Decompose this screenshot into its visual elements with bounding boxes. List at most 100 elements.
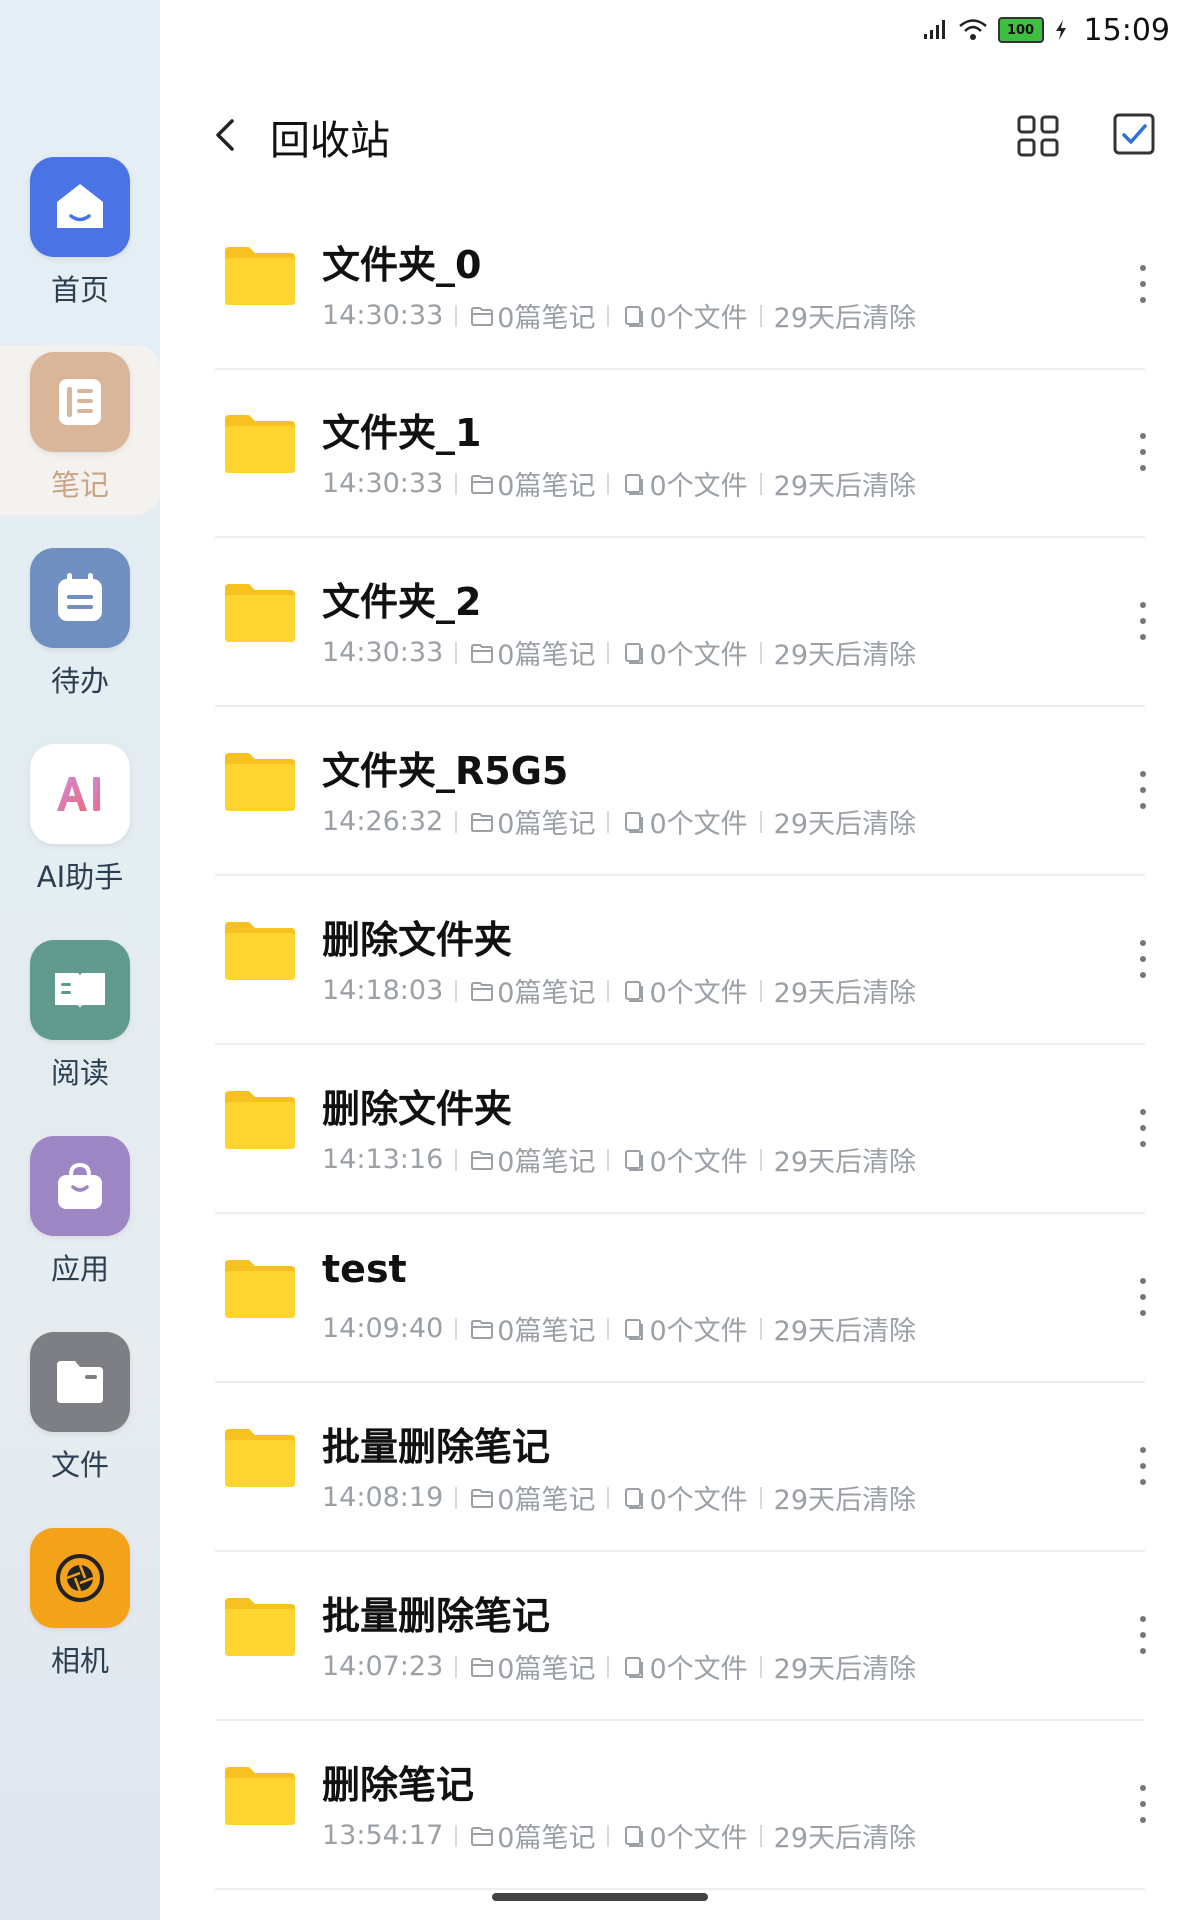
home-indicator[interactable] [492,1893,708,1901]
file-outline-icon [625,1656,644,1678]
folder-name: 批量删除笔记 [322,1594,551,1638]
deleted-time: 14:18:03 [322,975,444,1006]
sidebar-item-files[interactable]: 文件 [0,1332,160,1507]
files-count: 0个文件 [649,1485,748,1516]
auto-clear-label: 29天后清除 [773,303,916,334]
more-options-icon[interactable] [1135,935,1151,983]
folder-row[interactable]: 批量删除笔记 14:08:19 0篇笔记 0个文件 29天后清除 [215,1382,1146,1552]
folder-name: 文件夹_2 [322,580,482,624]
more-options-icon[interactable] [1135,766,1151,814]
sidebar-item-ai-assistant[interactable]: AI助手 [0,744,160,919]
sidebar-item-todo[interactable]: 待办 [0,548,160,723]
more-options-icon[interactable] [1135,260,1151,308]
notes-count: 0篇笔记 [497,1823,596,1854]
divider [759,1655,762,1678]
deleted-time: 14:09:40 [322,1313,444,1344]
folder-name: test [322,1247,407,1291]
folder-name: 批量删除笔记 [322,1425,551,1469]
folder-icon [225,753,295,811]
divider [607,641,610,664]
file-outline-icon [625,811,644,833]
page-title: 回收站 [270,118,390,164]
file-outline-icon [625,980,644,1002]
folder-row[interactable]: 删除文件夹 14:18:03 0篇笔记 0个文件 29天后清除 [215,875,1146,1045]
deleted-time: 13:54:17 [322,1820,444,1851]
folder-meta: 14:09:40 0篇笔记 0个文件 29天后清除 [322,1309,916,1348]
auto-clear-label: 29天后清除 [773,640,916,671]
divider [455,1486,458,1509]
divider [759,810,762,833]
divider [759,641,762,664]
files-count: 0个文件 [649,1823,748,1854]
divider [759,1148,762,1171]
folder-outline-icon [471,1319,494,1339]
divider [759,1317,762,1340]
signal-icon [923,20,945,39]
auto-clear-label: 29天后清除 [773,471,916,502]
more-options-icon[interactable] [1135,1780,1151,1828]
folder-row[interactable]: 删除笔记 13:54:17 0篇笔记 0个文件 29天后清除 [215,1720,1146,1890]
folder-name: 删除文件夹 [322,1087,513,1131]
folder-row[interactable]: 文件夹_1 14:30:33 0篇笔记 0个文件 29天后清除 [215,368,1146,538]
folder-row[interactable]: 删除文件夹 14:13:16 0篇笔记 0个文件 29天后清除 [215,1044,1146,1214]
notes-count: 0篇笔记 [497,809,596,840]
folder-name: 删除文件夹 [322,918,513,962]
divider [607,1317,610,1340]
divider [455,1317,458,1340]
folder-meta: 14:30:33 0篇笔记 0个文件 29天后清除 [322,296,916,335]
deleted-time: 14:08:19 [322,1482,444,1513]
folder-row[interactable]: 文件夹_2 14:30:33 0篇笔记 0个文件 29天后清除 [215,537,1146,707]
back-button[interactable] [205,110,245,160]
grid-view-button[interactable] [1016,114,1060,158]
more-options-icon[interactable] [1135,1611,1151,1659]
checkbox-icon [1113,113,1155,155]
files-count: 0个文件 [649,471,748,502]
sidebar-item-label: 待办 [50,664,109,698]
sidebar-item-camera[interactable]: 相机 [0,1528,160,1703]
more-options-icon[interactable] [1135,1273,1151,1321]
sidebar-item-label: 阅读 [50,1056,109,1090]
sidebar-item-label: 相机 [50,1644,109,1678]
sidebar-item-reading[interactable]: 阅读 [0,940,160,1115]
more-options-icon[interactable] [1135,597,1151,645]
folder-row[interactable]: 批量删除笔记 14:07:23 0篇笔记 0个文件 29天后清除 [215,1551,1146,1721]
more-options-icon[interactable] [1135,1104,1151,1152]
divider [455,1148,458,1171]
divider [607,1824,610,1847]
reading-icon [30,940,130,1040]
file-outline-icon [625,1149,644,1171]
divider [455,472,458,495]
divider [455,810,458,833]
more-options-icon[interactable] [1135,1442,1151,1490]
notes-count: 0篇笔记 [497,471,596,502]
todo-icon [30,548,130,648]
more-options-icon[interactable] [1135,428,1151,476]
folder-outline-icon [471,1826,494,1846]
folder-meta: 13:54:17 0篇笔记 0个文件 29天后清除 [322,1816,916,1855]
divider [607,472,610,495]
file-outline-icon [625,473,644,495]
folder-row[interactable]: test 14:09:40 0篇笔记 0个文件 29天后清除 [215,1213,1146,1383]
folder-row[interactable]: 文件夹_0 14:30:33 0篇笔记 0个文件 29天后清除 [215,200,1146,370]
sidebar-item-home[interactable]: 首页 [0,157,160,332]
notes-count: 0篇笔记 [497,640,596,671]
deleted-time: 14:30:33 [322,300,444,331]
file-outline-icon [625,642,644,664]
divider [607,1148,610,1171]
folder-outline-icon [471,812,494,832]
files-count: 0个文件 [649,303,748,334]
folder-row[interactable]: 文件夹_R5G5 14:26:32 0篇笔记 0个文件 29天后清除 [215,706,1146,876]
folder-icon [225,1598,295,1656]
multi-select-button[interactable] [1112,112,1156,156]
sidebar: 首页 笔记 待办 AI助手 阅读 应用 文件 相机 [0,0,160,1920]
folder-icon [225,1260,295,1318]
files-count: 0个文件 [649,978,748,1009]
sidebar-item-label: 应用 [50,1252,109,1286]
folder-meta: 14:30:33 0篇笔记 0个文件 29天后清除 [322,633,916,672]
folder-meta: 14:26:32 0篇笔记 0个文件 29天后清除 [322,802,916,841]
notes-count: 0篇笔记 [497,303,596,334]
sidebar-item-apps[interactable]: 应用 [0,1136,160,1311]
sidebar-item-label: 首页 [50,273,109,307]
sidebar-item-notes[interactable]: 笔记 [0,352,160,527]
deleted-time: 14:30:33 [322,468,444,499]
